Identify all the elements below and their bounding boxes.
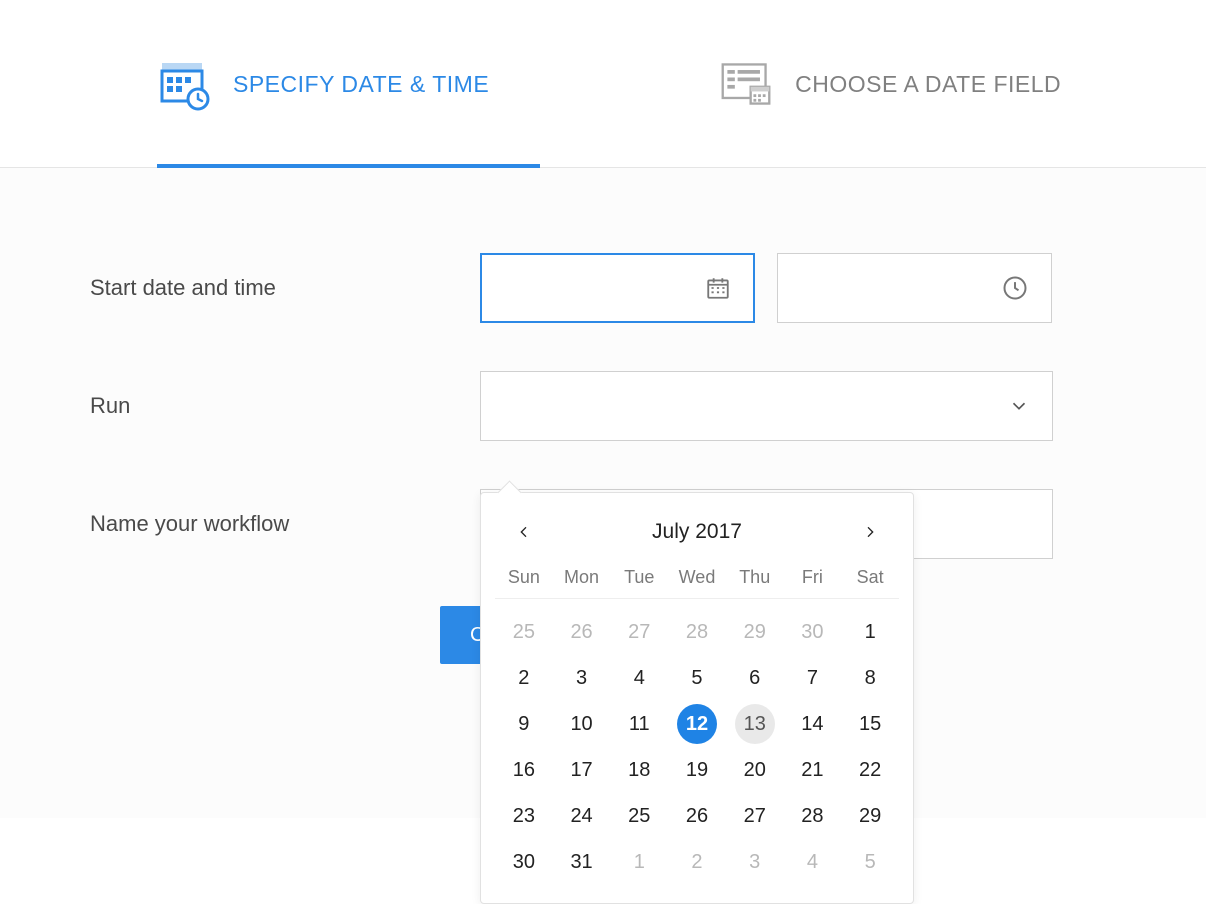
calendar-day[interactable]: 25	[495, 609, 553, 655]
calendar-dayname: Thu	[726, 561, 784, 599]
calendar-day[interactable]: 27	[610, 609, 668, 655]
calendar-day[interactable]: 27	[726, 793, 784, 839]
calendar-day[interactable]: 31	[553, 839, 611, 885]
calendar-day[interactable]: 23	[495, 793, 553, 839]
calendar-day[interactable]: 26	[668, 793, 726, 839]
row-run: Run	[90, 371, 1206, 441]
next-month-button[interactable]	[855, 517, 885, 547]
tab-label: SPECIFY DATE & TIME	[233, 71, 489, 98]
calendar-day[interactable]: 2	[668, 839, 726, 885]
calendar-day[interactable]: 1	[610, 839, 668, 885]
calendar-day[interactable]: 3	[726, 839, 784, 885]
calendar-day[interactable]: 30	[495, 839, 553, 885]
calendar-day[interactable]: 15	[841, 701, 899, 747]
tab-bar: SPECIFY DATE & TIME CHOOSE A DATE FIELD	[0, 0, 1206, 168]
calendar-dayname: Sat	[841, 561, 899, 599]
calendar-dayname: Wed	[668, 561, 726, 599]
calendar-day[interactable]: 4	[610, 655, 668, 701]
calendar-day[interactable]: 3	[553, 655, 611, 701]
date-picker-popup: July 2017 SunMonTueWedThuFriSat252627282…	[480, 492, 914, 904]
calendar-day[interactable]: 12	[668, 701, 726, 747]
calendar-dayname: Tue	[610, 561, 668, 599]
calendar-day[interactable]: 21	[784, 747, 842, 793]
calendar-day[interactable]: 16	[495, 747, 553, 793]
calendar-day[interactable]: 19	[668, 747, 726, 793]
calendar-day[interactable]: 8	[841, 655, 899, 701]
calendar-grid: SunMonTueWedThuFriSat2526272829301234567…	[491, 561, 903, 893]
calendar-header: July 2017	[491, 511, 903, 561]
calendar-day[interactable]: 11	[610, 701, 668, 747]
calendar-day[interactable]: 14	[784, 701, 842, 747]
label-name-workflow: Name your workflow	[90, 511, 480, 537]
calendar-month-label: July 2017	[652, 520, 742, 544]
calendar-day[interactable]: 2	[495, 655, 553, 701]
clock-icon	[1001, 274, 1029, 302]
calendar-day[interactable]: 20	[726, 747, 784, 793]
calendar-day[interactable]: 28	[668, 609, 726, 655]
tab-specify-date-time[interactable]: SPECIFY DATE & TIME	[157, 0, 569, 168]
calendar-day[interactable]: 10	[553, 701, 611, 747]
calendar-day[interactable]: 18	[610, 747, 668, 793]
calendar-day[interactable]: 7	[784, 655, 842, 701]
prev-month-button[interactable]	[509, 517, 539, 547]
tab-label: CHOOSE A DATE FIELD	[795, 71, 1061, 98]
run-select[interactable]	[480, 371, 1053, 441]
calendar-day[interactable]: 29	[841, 793, 899, 839]
calendar-dayname: Fri	[784, 561, 842, 599]
calendar-day[interactable]: 5	[841, 839, 899, 885]
tab-choose-date-field[interactable]: CHOOSE A DATE FIELD	[719, 0, 1141, 168]
form-area: Start date and time Run	[0, 168, 1206, 818]
calendar-day[interactable]: 24	[553, 793, 611, 839]
date-input[interactable]	[480, 253, 755, 323]
calendar-day[interactable]: 6	[726, 655, 784, 701]
calendar-day[interactable]: 29	[726, 609, 784, 655]
label-start-date: Start date and time	[90, 275, 480, 301]
calendar-day[interactable]: 25	[610, 793, 668, 839]
calendar-day[interactable]: 30	[784, 609, 842, 655]
calendar-day[interactable]: 4	[784, 839, 842, 885]
calendar-day[interactable]: 26	[553, 609, 611, 655]
calendar-day[interactable]: 28	[784, 793, 842, 839]
form-calendar-icon	[719, 57, 773, 111]
calendar-icon	[705, 275, 731, 301]
calendar-day[interactable]: 1	[841, 609, 899, 655]
label-run: Run	[90, 393, 480, 419]
calendar-day[interactable]: 22	[841, 747, 899, 793]
calendar-day[interactable]: 13	[726, 701, 784, 747]
chevron-down-icon	[1008, 395, 1030, 417]
calendar-dayname: Sun	[495, 561, 553, 599]
calendar-dayname: Mon	[553, 561, 611, 599]
calendar-day[interactable]: 5	[668, 655, 726, 701]
calendar-day[interactable]: 9	[495, 701, 553, 747]
calendar-day[interactable]: 17	[553, 747, 611, 793]
row-start-date: Start date and time	[90, 253, 1206, 323]
time-input[interactable]	[777, 253, 1052, 323]
calendar-clock-icon	[157, 57, 211, 111]
